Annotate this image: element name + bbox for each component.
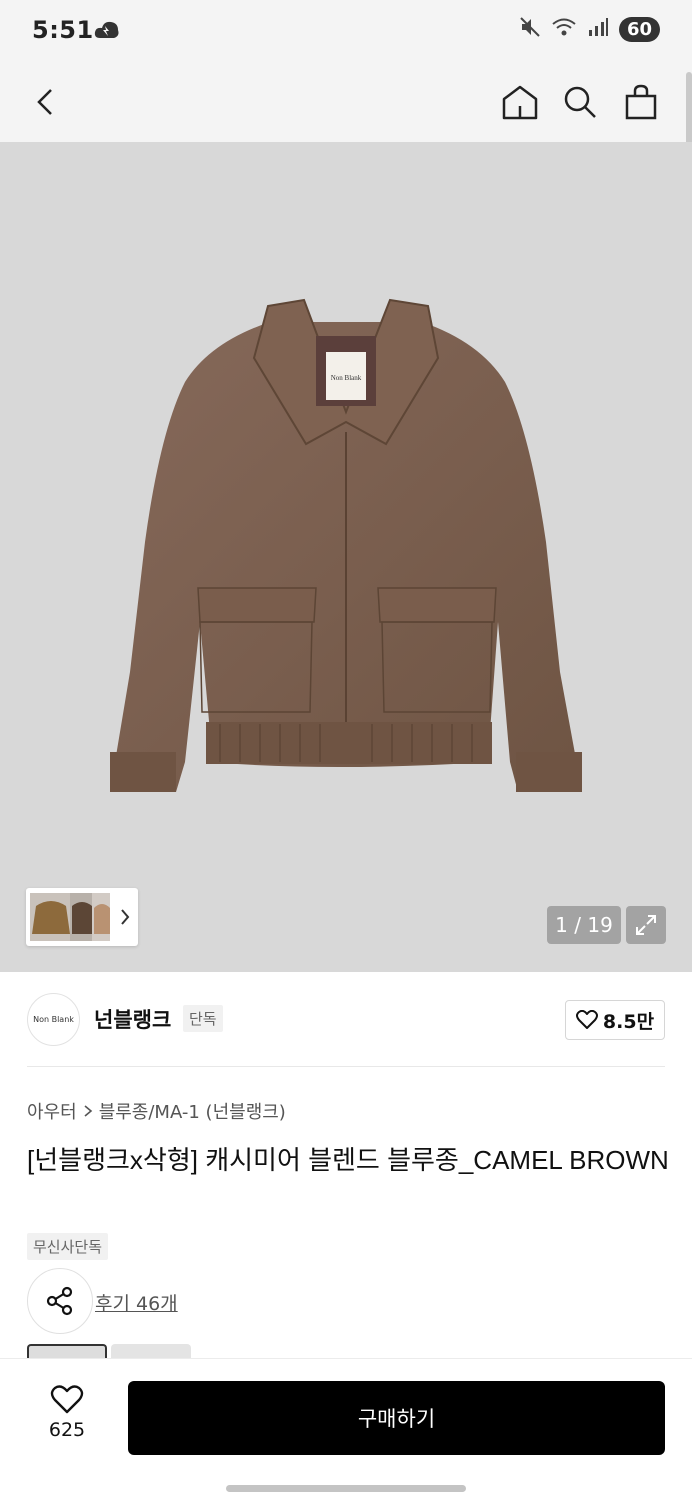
heart-icon [50,1385,84,1414]
brand-logo-text: Non Blank [33,1015,74,1024]
scrollbar[interactable] [686,72,692,152]
mute-icon [519,16,541,42]
image-counter: 1 / 19 [547,906,621,944]
brand-like-count: 8.5만 [602,1010,655,1033]
chevron-right-icon [84,1105,92,1117]
battery-indicator: 60 [618,16,660,42]
brand-logo[interactable]: Non Blank [27,993,80,1046]
chevron-right-icon [121,909,130,925]
search-icon [564,86,596,118]
shopping-bag-icon [625,84,657,120]
review-link[interactable]: 후기 46개 [95,1289,178,1316]
back-button[interactable] [22,78,70,126]
status-time: 5:51 [32,16,94,44]
heart-icon [575,1010,598,1029]
product-label-text: Non Blank [331,374,362,382]
breadcrumb: 아우터 블루종/MA-1 (넌블랭크) [27,1098,286,1124]
wifi-icon [551,16,577,42]
status-bar: 5:51 60 [0,0,692,64]
cart-button[interactable] [617,78,665,126]
expand-icon [636,915,656,935]
expand-button[interactable] [626,906,666,944]
thumbnail-strip[interactable] [26,888,138,946]
brand-name[interactable]: 넌블랭크 [94,1004,171,1034]
status-icons: 60 [519,16,660,42]
home-button[interactable] [496,78,544,126]
product-image: Non Blank [110,298,582,792]
breadcrumb-subcategory[interactable]: 블루종/MA-1 (넌블랭크) [99,1098,286,1124]
brand-row: Non Blank 넌블랭크 단독 8.5만 [0,972,692,1068]
chevron-left-icon [37,89,52,115]
app-header [0,64,692,142]
breadcrumb-category[interactable]: 아우터 [27,1098,77,1124]
home-icon [502,85,538,120]
search-button[interactable] [556,78,604,126]
exclusive-badge: 무신사단독 [27,1233,109,1260]
brand-like-button[interactable]: 8.5만 [565,1000,665,1040]
divider [27,1066,665,1067]
share-icon [46,1286,73,1316]
home-indicator [226,1485,466,1492]
wishlist-button[interactable]: 625 [40,1385,94,1441]
bottom-action-bar: 625 구매하기 [0,1358,692,1500]
buy-button[interactable]: 구매하기 [128,1381,665,1455]
product-image-gallery[interactable]: Non Blank 1 / 19 [0,142,692,972]
brand-exclusive-badge: 단독 [183,1005,223,1032]
share-button[interactable] [27,1268,93,1334]
product-title: [넌블랭크x삭형] 캐시미어 블렌드 블루종_CAMEL BROWN [27,1145,669,1175]
wishlist-count: 625 [48,1419,86,1441]
signal-icon [587,16,609,42]
cloud-icon [94,18,120,46]
